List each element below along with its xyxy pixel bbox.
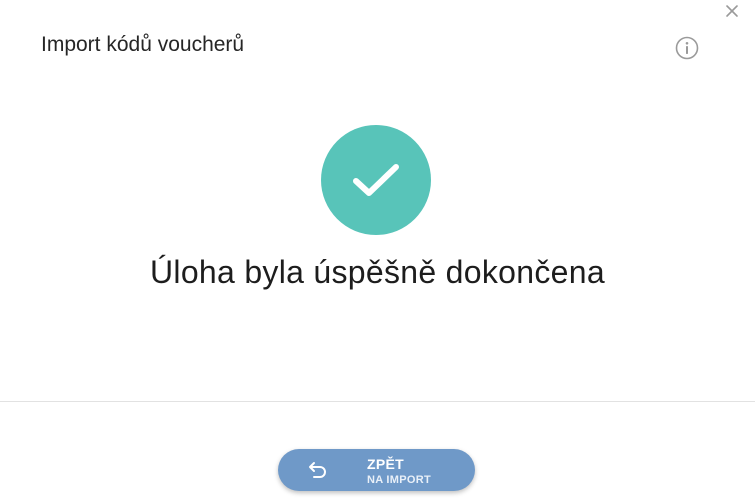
back-to-import-button[interactable]: ZPĚT NA IMPORT [278,449,475,491]
success-message: Úloha byla úspěšně dokončena [150,254,605,290]
footer-divider [0,401,755,402]
dialog-title: Import kódů voucherů [41,33,245,56]
close-icon [726,5,738,17]
back-button-sublabel: NA IMPORT [367,474,432,486]
close-button[interactable] [723,2,741,20]
undo-arrow-icon [309,462,326,478]
info-button[interactable] [675,36,699,60]
back-button-label: ZPĚT [367,456,404,472]
import-dialog: Import kódů voucherů Úloha byla úspěšně … [0,0,755,503]
success-indicator [321,125,431,235]
checkmark-icon [353,164,399,196]
info-icon [675,36,699,60]
